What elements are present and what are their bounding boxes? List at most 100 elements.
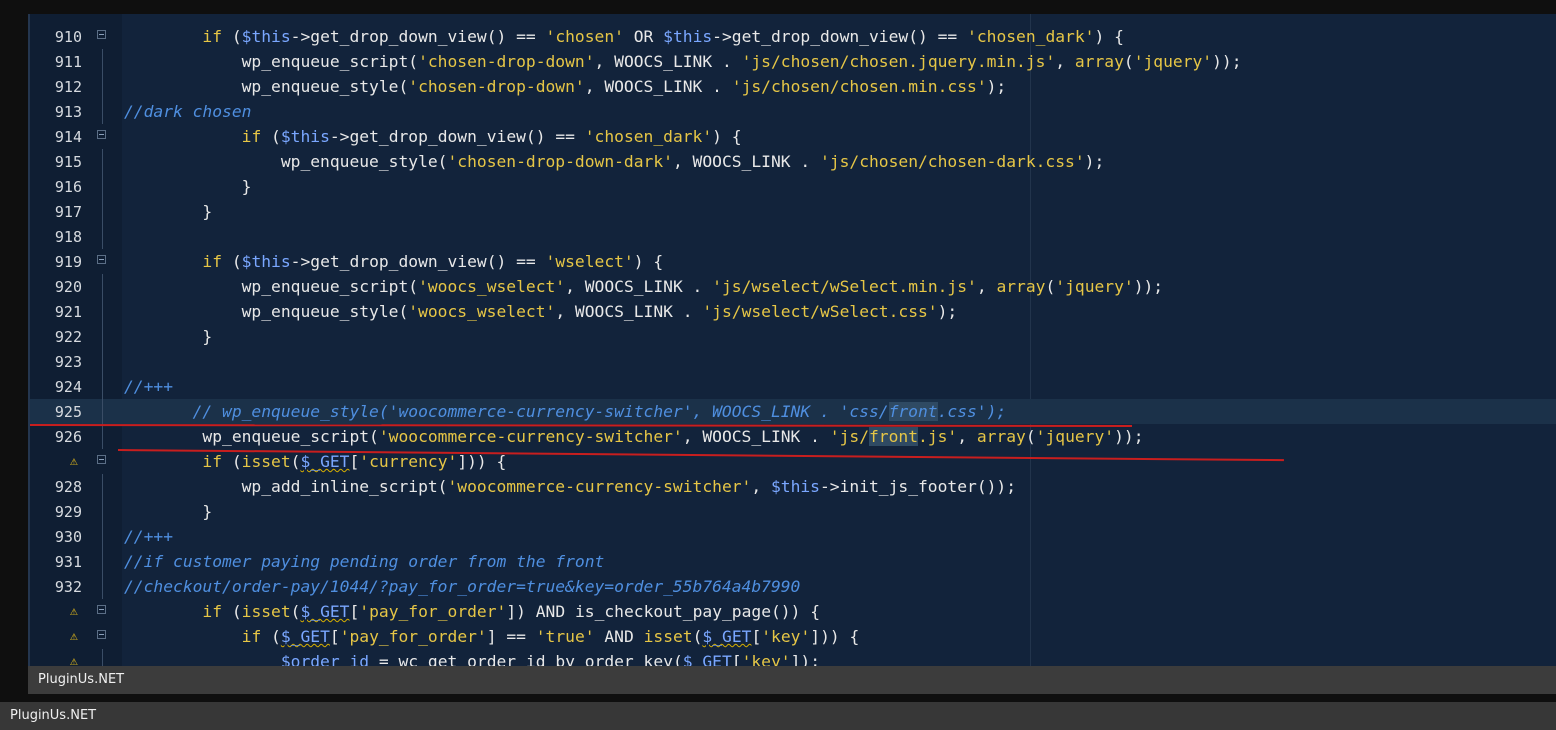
code-token: , WOOCS_LINK . (672, 152, 820, 171)
line-number: 917 (54, 203, 82, 221)
fold-guide (102, 199, 103, 224)
fold-guide (102, 324, 103, 349)
fold-toggle-icon[interactable] (97, 130, 106, 139)
code-token: )); (1133, 277, 1164, 296)
fold-toggle-icon[interactable] (97, 30, 106, 39)
fold-guide (102, 649, 103, 666)
code-line[interactable]: 918 (30, 224, 1556, 249)
code-token: $_GET (300, 452, 350, 471)
code-line[interactable]: 915 wp_enqueue_style('chosen-drop-down-d… (30, 149, 1556, 174)
code-token: ( (1025, 427, 1036, 446)
code-text[interactable]: } (124, 202, 212, 221)
code-line[interactable]: 916 } (30, 174, 1556, 199)
footer-label: PluginUs.NET (10, 708, 97, 723)
code-token: ( (1123, 52, 1134, 71)
code-text[interactable]: if (isset($_GET['pay_for_order']) AND is… (124, 602, 820, 621)
code-line[interactable]: 921 wp_enqueue_style('woocs_wselect', WO… (30, 299, 1556, 324)
line-number: 922 (54, 328, 82, 346)
code-token: } (124, 177, 252, 196)
code-text[interactable]: wp_enqueue_style('chosen-drop-down-dark'… (124, 152, 1104, 171)
warning-icon[interactable]: ⚠ (70, 628, 78, 646)
code-token: AND (594, 627, 644, 646)
code-line[interactable]: 926 wp_enqueue_script('woocommerce-curre… (30, 424, 1556, 449)
code-token: , (1055, 52, 1075, 71)
code-text[interactable]: //checkout/order-pay/1044/?pay_for_order… (124, 577, 800, 596)
code-text[interactable]: //dark chosen (124, 102, 251, 121)
code-line[interactable]: 914 if ($this->get_drop_down_view() == '… (30, 124, 1556, 149)
code-text[interactable]: wp_add_inline_script('woocommerce-curren… (124, 477, 1016, 496)
code-line[interactable]: 911 wp_enqueue_script('chosen-drop-down'… (30, 49, 1556, 74)
code-text[interactable]: } (124, 502, 212, 521)
code-token: ->init_js_footer()); (819, 477, 1017, 496)
fold-guide (102, 74, 103, 99)
code-line[interactable]: 912 wp_enqueue_style('chosen-drop-down',… (30, 74, 1556, 99)
code-text[interactable]: if ($_GET['pay_for_order'] == 'true' AND… (124, 627, 860, 646)
code-line[interactable]: ⚠ if (isset($_GET['pay_for_order']) AND … (30, 599, 1556, 624)
code-token: isset (241, 602, 291, 621)
code-editor[interactable]: 910 if ($this->get_drop_down_view() == '… (28, 14, 1556, 666)
code-line[interactable]: 930 //+++ (30, 524, 1556, 549)
code-text[interactable]: //if customer paying pending order from … (124, 552, 604, 571)
fold-toggle-icon[interactable] (97, 630, 106, 639)
code-text[interactable]: if ($this->get_drop_down_view() == 'wsel… (124, 252, 663, 271)
code-token: , WOOCS_LINK . (594, 52, 742, 71)
code-text[interactable]: wp_enqueue_script('chosen-drop-down', WO… (124, 52, 1242, 71)
line-number: 912 (54, 78, 82, 96)
warning-icon[interactable]: ⚠ (70, 653, 78, 666)
code-text[interactable]: $order_id = wc_get_order_id_by_order_key… (124, 652, 820, 666)
code-token: , (976, 277, 997, 296)
window-footer: PluginUs.NET (0, 702, 1556, 730)
code-line[interactable]: 919 if ($this->get_drop_down_view() == '… (30, 249, 1556, 274)
code-line[interactable]: ⚠ if ($_GET['pay_for_order'] == 'true' A… (30, 624, 1556, 649)
fold-guide (102, 474, 103, 499)
code-line[interactable]: 928 wp_add_inline_script('woocommerce-cu… (30, 474, 1556, 499)
fold-guide (102, 399, 103, 424)
code-line[interactable]: ⚠ $order_id = wc_get_order_id_by_order_k… (30, 649, 1556, 666)
fold-toggle-icon[interactable] (97, 255, 106, 264)
code-line[interactable]: 920 wp_enqueue_script('woocs_wselect', W… (30, 274, 1556, 299)
code-line[interactable]: 929 } (30, 499, 1556, 524)
code-token: } (124, 327, 213, 346)
code-token: )); (1114, 427, 1144, 446)
code-line[interactable]: ⚠ if (isset($_GET['currency'])) { (30, 449, 1556, 474)
code-text[interactable]: // wp_enqueue_style('woocommerce-currenc… (124, 402, 1006, 421)
code-token: ) { (1094, 27, 1124, 46)
fold-toggle-icon[interactable] (97, 605, 106, 614)
code-token: .js' (918, 427, 958, 446)
code-token: , WOOCS_LINK . (555, 302, 703, 321)
code-line[interactable]: 922 } (30, 324, 1556, 349)
code-line[interactable]: 917 } (30, 199, 1556, 224)
code-text[interactable]: if (isset($_GET['currency'])) { (124, 452, 506, 471)
line-number: 926 (54, 428, 82, 446)
code-text[interactable]: //+++ (124, 377, 173, 396)
code-text[interactable]: wp_enqueue_style('woocs_wselect', WOOCS_… (124, 302, 958, 321)
code-token: 'chosen-drop-down-dark' (447, 152, 673, 171)
warning-icon[interactable]: ⚠ (70, 603, 78, 621)
code-line[interactable]: 932 //checkout/order-pay/1044/?pay_for_or… (30, 574, 1556, 599)
code-text[interactable]: wp_enqueue_script('woocs_wselect', WOOCS… (124, 277, 1164, 296)
code-line[interactable]: 910 if ($this->get_drop_down_view() == '… (30, 24, 1556, 49)
code-token: ( (290, 452, 301, 471)
code-text[interactable]: } (124, 177, 252, 196)
code-token: [ (349, 602, 360, 621)
code-text[interactable]: wp_enqueue_script('woocommerce-currency-… (124, 427, 1144, 446)
code-line[interactable]: 923 (30, 349, 1556, 374)
code-token: ]); (790, 652, 821, 666)
code-text[interactable]: } (124, 327, 212, 346)
code-text[interactable]: wp_enqueue_style('chosen-drop-down', WOO… (124, 77, 1007, 96)
code-token: 'chosen-drop-down' (408, 77, 585, 96)
line-number: 910 (54, 28, 82, 46)
code-text[interactable]: if ($this->get_drop_down_view() == 'chos… (124, 27, 1124, 46)
line-number: 919 (54, 253, 82, 271)
code-line[interactable]: 924 //+++ (30, 374, 1556, 399)
code-line[interactable]: 931 //if customer paying pending order fr… (30, 549, 1556, 574)
code-token: array (1074, 52, 1124, 71)
code-line[interactable]: 925 // wp_enqueue_style('woocommerce-cur… (30, 399, 1556, 424)
code-text[interactable]: //+++ (124, 527, 173, 546)
warning-icon[interactable]: ⚠ (70, 453, 78, 471)
line-number: 930 (54, 528, 82, 546)
code-line[interactable]: 913 //dark chosen (30, 99, 1556, 124)
fold-toggle-icon[interactable] (97, 455, 106, 464)
code-text[interactable]: if ($this->get_drop_down_view() == 'chos… (124, 127, 742, 146)
